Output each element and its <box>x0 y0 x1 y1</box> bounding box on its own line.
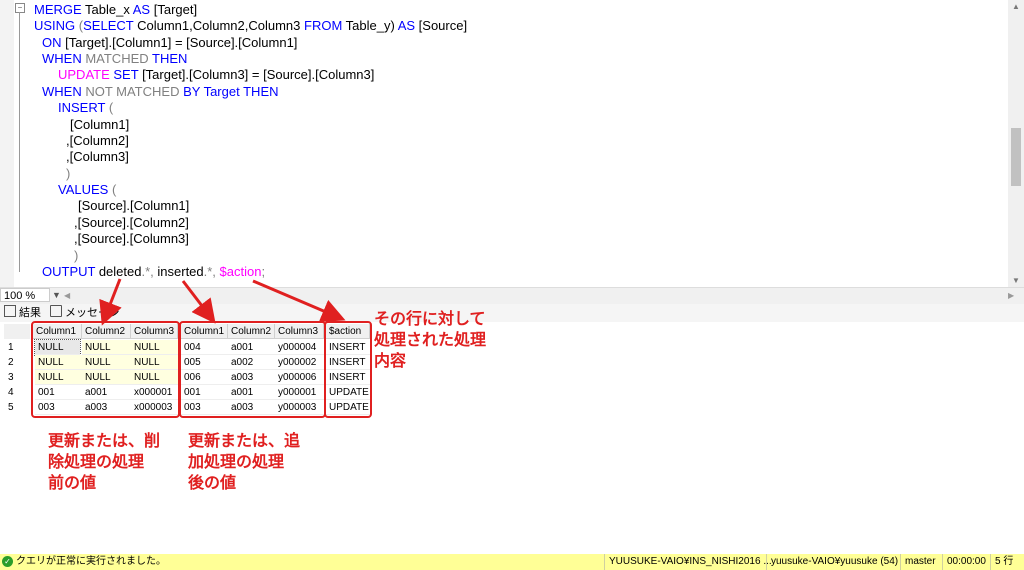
code-line-4: WHEN MATCHED THEN <box>42 51 188 66</box>
code-line-3: ON [Target].[Column1] = [Source].[Column… <box>42 35 298 50</box>
action-annotation: その行に対して 処理された処理 内容 <box>374 311 487 370</box>
zoom-bar <box>0 287 1024 305</box>
code-line-8: [Column1] <box>70 117 130 132</box>
editor-margin <box>0 0 14 287</box>
status-server: YUUSUKE-VAIO¥INS_NISHI2016 ... <box>604 554 772 570</box>
row-number[interactable]: 1 <box>4 340 30 355</box>
status-elapsed: 00:00:00 <box>942 554 990 570</box>
grid-icon <box>4 305 16 317</box>
code-line-9: ,[Column2] <box>66 133 129 148</box>
status-message: クエリが正常に実行されました。 <box>16 556 166 567</box>
status-rows: 5 行 <box>990 554 1024 570</box>
chevron-down-icon[interactable]: ▼ <box>52 290 61 300</box>
code-line-11: ) <box>66 166 71 181</box>
message-icon <box>50 305 62 317</box>
code-line-7: INSERT ( <box>58 100 114 115</box>
code-line-6: WHEN NOT MATCHED BY Target THEN <box>42 84 279 99</box>
code-line-5: UPDATE SET [Target].[Column3] = [Source]… <box>58 67 375 82</box>
scroll-up-icon[interactable]: ▲ <box>1012 2 1020 11</box>
zoom-select[interactable]: 100 % <box>0 288 50 302</box>
code-line-13: [Source].[Column1] <box>78 198 190 213</box>
inserted-columns-highlight <box>179 321 326 418</box>
code-line-2: USING (SELECT Column1,Column2,Column3 FR… <box>34 18 468 33</box>
row-number[interactable]: 5 <box>4 400 30 415</box>
status-database: master <box>900 554 942 570</box>
deleted-annotation: 更新または、削 除処理の処理 前の値 <box>48 433 161 492</box>
action-column-highlight <box>324 321 372 418</box>
row-number[interactable]: 3 <box>4 370 30 385</box>
inserted-annotation: 更新または、追 加処理の処理 後の値 <box>188 433 301 492</box>
outline-guide <box>19 12 20 272</box>
tab-results[interactable]: 結果 <box>4 305 41 321</box>
code-line-1: MERGE Table_x AS [Target] <box>34 2 198 17</box>
scroll-left-icon[interactable]: ◀ <box>64 291 70 300</box>
status-user: yuusuke-VAIO¥yuusuke (54) <box>766 554 900 570</box>
row-number[interactable]: 4 <box>4 385 30 400</box>
scroll-down-icon[interactable]: ▼ <box>1012 276 1020 285</box>
collapse-icon[interactable]: − <box>15 3 25 13</box>
deleted-columns-highlight <box>31 321 180 418</box>
code-line-17: OUTPUT deleted.*, inserted.*, $action; <box>42 264 266 279</box>
grid-corner <box>4 324 30 339</box>
query-editor[interactable]: − MERGE Table_x AS [Target] USING (SELEC… <box>0 0 1008 287</box>
code-line-12: VALUES ( <box>58 182 117 197</box>
code-line-16: ) <box>74 248 79 263</box>
row-number[interactable]: 2 <box>4 355 30 370</box>
check-icon: ✓ <box>2 556 13 567</box>
code-line-15: ,[Source].[Column3] <box>74 231 189 246</box>
tab-messages[interactable]: メッセージ <box>50 305 120 321</box>
editor-scroll-thumb[interactable] <box>1011 128 1021 186</box>
scroll-right-icon[interactable]: ▶ <box>1008 291 1014 300</box>
code-line-10: ,[Column3] <box>66 149 129 164</box>
code-line-14: ,[Source].[Column2] <box>74 215 189 230</box>
